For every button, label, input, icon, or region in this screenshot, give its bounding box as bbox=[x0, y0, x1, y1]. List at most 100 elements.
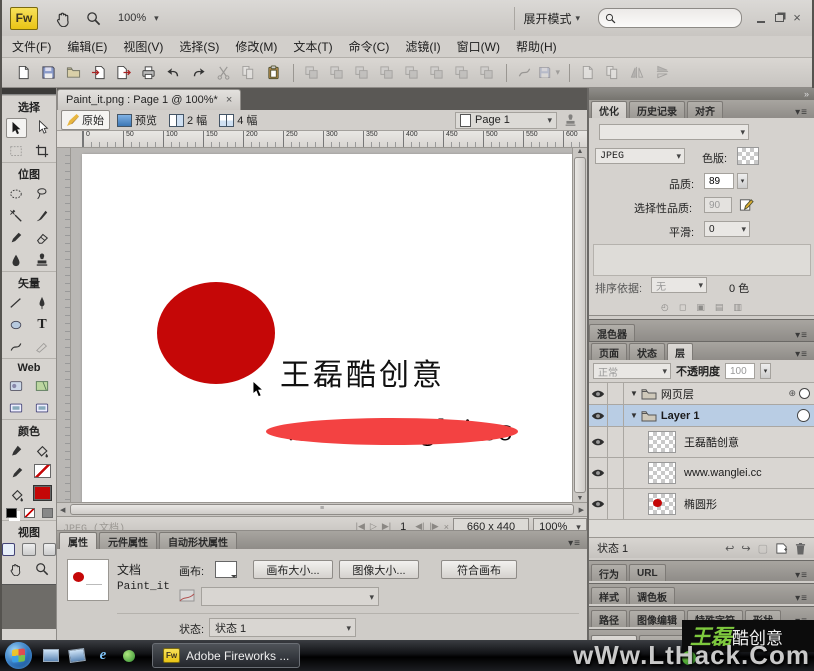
panel-menu-icon[interactable] bbox=[795, 330, 808, 341]
tab-pages[interactable]: 页面 bbox=[591, 343, 627, 360]
matte-color-swatch[interactable] bbox=[737, 147, 759, 165]
swap-colors-icon[interactable] bbox=[42, 508, 53, 518]
search-box[interactable] bbox=[598, 8, 742, 28]
group-icon[interactable] bbox=[300, 63, 322, 83]
blur-tool[interactable] bbox=[7, 251, 26, 269]
flip-horizontal-icon[interactable] bbox=[626, 63, 648, 83]
magic-wand-tool[interactable] bbox=[7, 207, 26, 225]
slice-tool[interactable] bbox=[33, 377, 52, 395]
new-document-icon[interactable] bbox=[12, 63, 34, 83]
opacity-input[interactable] bbox=[725, 363, 755, 379]
add-color-icon[interactable]: ▤ bbox=[715, 302, 724, 313]
lock-cell[interactable] bbox=[608, 383, 624, 404]
layer-row-web-layer[interactable]: 网页层 ⊕ bbox=[589, 383, 814, 405]
vertical-scrollbar[interactable]: ▲▼ bbox=[572, 148, 587, 502]
page-selector-dropdown[interactable]: Page 1 bbox=[455, 112, 557, 129]
print-icon[interactable] bbox=[137, 63, 159, 83]
fireworks-task-button[interactable]: Fw Adobe Fireworks ... bbox=[152, 643, 300, 668]
panel-menu-icon[interactable] bbox=[795, 593, 808, 604]
standard-screen-mode-button[interactable] bbox=[2, 543, 15, 556]
rubber-stamp-tool[interactable] bbox=[33, 251, 52, 269]
vertical-scroll-thumb[interactable] bbox=[574, 157, 586, 493]
ruler-origin[interactable] bbox=[57, 131, 83, 147]
panel-menu-icon[interactable] bbox=[795, 570, 808, 581]
split-icon[interactable] bbox=[375, 63, 397, 83]
canvas-title-text[interactable]: 王磊酷创意 bbox=[280, 350, 445, 394]
tab-autoshape-properties[interactable]: 自动形状属性 bbox=[159, 532, 237, 549]
canvas-color-swatch[interactable] bbox=[215, 561, 237, 578]
bring-front-icon[interactable] bbox=[400, 63, 422, 83]
fill-color-swatch[interactable] bbox=[34, 486, 51, 500]
no-color-icon[interactable] bbox=[24, 508, 35, 518]
hotspot-tool[interactable] bbox=[7, 377, 26, 395]
visibility-eye-icon[interactable] bbox=[589, 427, 608, 457]
tab-swatches[interactable]: 调色板 bbox=[629, 587, 675, 604]
paste-icon[interactable] bbox=[262, 63, 284, 83]
visibility-eye-icon[interactable] bbox=[589, 458, 608, 488]
search-input[interactable] bbox=[616, 11, 720, 25]
zoom-tool[interactable] bbox=[33, 560, 52, 578]
lock-cell[interactable] bbox=[608, 458, 624, 488]
stroke-color-swatch[interactable] bbox=[34, 464, 51, 478]
menu-select[interactable]: 选择(S) bbox=[179, 38, 219, 55]
rotate-cw-icon[interactable] bbox=[601, 63, 623, 83]
undo-icon[interactable] bbox=[162, 63, 184, 83]
rotate-ccw-icon[interactable] bbox=[576, 63, 598, 83]
fill-color-icon[interactable] bbox=[8, 486, 27, 504]
lasso-tool[interactable] bbox=[33, 185, 52, 203]
eyedropper-tool[interactable] bbox=[7, 442, 26, 460]
show-desktop-icon[interactable] bbox=[42, 648, 60, 664]
full-screen-menu-mode-button[interactable] bbox=[22, 543, 35, 556]
menu-text[interactable]: 文本(T) bbox=[293, 38, 332, 55]
stroke-color-icon[interactable] bbox=[8, 464, 27, 482]
zoom-tool-icon[interactable] bbox=[82, 7, 104, 29]
visibility-eye-icon[interactable] bbox=[589, 383, 608, 404]
pointer-tool[interactable] bbox=[6, 118, 27, 138]
workspace-mode-dropdown[interactable]: 展开模式 bbox=[514, 7, 588, 30]
minimize-button[interactable] bbox=[752, 10, 770, 26]
tab-align[interactable]: 对齐 bbox=[687, 101, 723, 118]
scroll-down-icon[interactable]: ▼ bbox=[577, 495, 584, 502]
default-colors-icon[interactable] bbox=[6, 508, 17, 518]
zoom-dropdown-icon[interactable] bbox=[150, 12, 159, 24]
canvas-size-button[interactable]: 画布大小... bbox=[253, 560, 333, 579]
panel-menu-icon[interactable] bbox=[568, 538, 581, 549]
menu-filters[interactable]: 滤镜(I) bbox=[405, 38, 440, 55]
marquee-tool[interactable] bbox=[7, 185, 26, 203]
open-icon[interactable] bbox=[62, 63, 84, 83]
menu-help[interactable]: 帮助(H) bbox=[516, 38, 557, 55]
ungroup-icon[interactable] bbox=[325, 63, 347, 83]
onion-skin-icon[interactable]: ↪ bbox=[741, 542, 750, 555]
tab-behaviors[interactable]: 行为 bbox=[591, 564, 627, 581]
expand-caret-icon[interactable] bbox=[630, 389, 638, 398]
lock-cell[interactable] bbox=[608, 427, 624, 457]
hand-tool[interactable] bbox=[7, 560, 26, 578]
brush-tool[interactable] bbox=[33, 207, 52, 225]
menu-edit[interactable]: 编辑(E) bbox=[67, 38, 107, 55]
scroll-left-icon[interactable]: ◀ bbox=[60, 506, 65, 514]
menu-file[interactable]: 文件(F) bbox=[12, 38, 51, 55]
delete-layer-icon[interactable] bbox=[795, 542, 806, 555]
layer-object-row-ellipse[interactable]: 椭圆形 bbox=[589, 489, 814, 520]
expand-caret-icon[interactable] bbox=[630, 411, 638, 420]
red-circle-shape[interactable] bbox=[157, 282, 275, 384]
page-options-icon[interactable] bbox=[563, 114, 577, 127]
cut-icon[interactable] bbox=[212, 63, 234, 83]
freeform-tool[interactable] bbox=[7, 338, 26, 356]
menu-window[interactable]: 窗口(W) bbox=[457, 38, 500, 55]
opacity-spinner[interactable]: ▾ bbox=[760, 363, 771, 379]
send-backward-icon[interactable] bbox=[450, 63, 472, 83]
delete-color-icon[interactable]: ▥ bbox=[733, 302, 742, 313]
window-switcher-icon[interactable] bbox=[68, 648, 86, 664]
export-icon[interactable] bbox=[112, 63, 134, 83]
tools-panel-grip[interactable] bbox=[2, 88, 56, 95]
eraser-tool[interactable] bbox=[33, 229, 52, 247]
tab-optimize[interactable]: 优化 bbox=[591, 101, 627, 118]
join-icon[interactable] bbox=[350, 63, 372, 83]
pen-tool[interactable] bbox=[33, 294, 52, 312]
pencil-tool[interactable] bbox=[7, 229, 26, 247]
new-subfolder-icon[interactable]: ▢ bbox=[758, 542, 768, 555]
full-screen-mode-button[interactable] bbox=[43, 543, 56, 556]
menu-commands[interactable]: 命令(C) bbox=[349, 38, 390, 55]
subselect-tool[interactable] bbox=[34, 118, 53, 136]
